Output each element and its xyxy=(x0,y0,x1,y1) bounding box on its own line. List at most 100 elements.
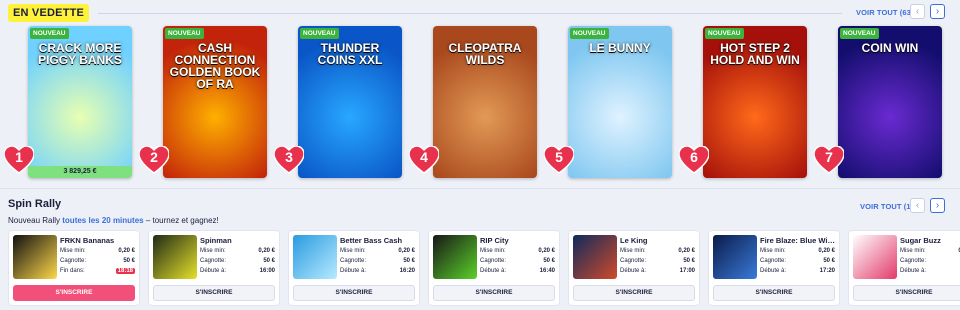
register-button[interactable]: S'INSCRIRE xyxy=(433,285,555,301)
rally-game-name: Fire Blaze: Blue Wi… xyxy=(760,236,835,245)
rally-game-thumbnail[interactable] xyxy=(573,235,617,279)
pot-label: Cagnotte: xyxy=(60,258,87,264)
rally-game-thumbnail[interactable] xyxy=(293,235,337,279)
stake-value: 0,20 € xyxy=(538,248,555,254)
rank-number: 6 xyxy=(690,149,698,165)
register-button[interactable]: S'INSCRIRE xyxy=(293,285,415,301)
register-button[interactable]: S'INSCRIRE xyxy=(853,285,960,301)
featured-game-card[interactable]: LE BUNNY NOUVEAU 5 xyxy=(544,26,675,180)
rally-game-name: RIP City xyxy=(480,236,509,245)
section-divider xyxy=(0,188,960,189)
rally-game-thumbnail[interactable] xyxy=(153,235,197,279)
rally-time-row: Débute à: 17:20 xyxy=(760,268,835,277)
rally-time-row: Débute à: xyxy=(900,268,960,277)
rally-title: Spin Rally xyxy=(8,198,62,210)
rank-heart-icon: 7 xyxy=(814,146,844,174)
new-badge: NOUVEAU xyxy=(570,28,609,39)
stake-label: Mise min: xyxy=(340,248,366,254)
featured-game-card[interactable]: THUNDER COINS XXL NOUVEAU 3 xyxy=(274,26,405,180)
rally-subtitle: Nouveau Rally toutes les 20 minutes – to… xyxy=(8,216,219,225)
rally-card[interactable]: Fire Blaze: Blue Wi… Mise min: 0,20 € Cagno… xyxy=(708,230,840,306)
pot-label: Cagnotte: xyxy=(620,258,647,264)
featured-next-button[interactable]: › xyxy=(930,4,945,19)
featured-game-card[interactable]: CLEOPATRA WILDS 4 xyxy=(409,26,540,180)
featured-game-card[interactable]: CRACK MORE PIGGY BANKS NOUVEAU 3 829,25 € 1 xyxy=(4,26,135,180)
rally-prev-button[interactable]: ‹ xyxy=(910,198,925,213)
new-badge: NOUVEAU xyxy=(30,28,69,39)
register-button[interactable]: S'INSCRIRE xyxy=(153,285,275,301)
register-button[interactable]: S'INSCRIRE xyxy=(13,285,135,301)
rally-card[interactable]: Sugar Buzz Mise min:0,20 €Cagnotte:50 €Dé… xyxy=(848,230,960,306)
rally-card[interactable]: Le King Mise min: 0,20 € Cagnotte: 50 € Début… xyxy=(568,230,700,306)
time-value: 17:20 xyxy=(819,268,835,274)
game-tile[interactable]: HOT STEP 2 HOLD AND WIN NOUVEAU xyxy=(703,26,807,178)
rally-stake-row: Mise min: 0,20 € xyxy=(60,248,135,257)
featured-game-card[interactable]: CASH CONNECTION GOLDEN BOOK OF RA NOUVEAU… xyxy=(139,26,270,180)
new-badge: NOUVEAU xyxy=(840,28,879,39)
rally-card[interactable]: Better Bass Cash Mise min: 0,20 € Cagnotte:… xyxy=(288,230,420,306)
featured-game-card[interactable]: COIN WIN NOUVEAU 7 xyxy=(814,26,945,180)
rally-stake-row: Mise min:0,20 € xyxy=(340,248,415,257)
pot-label: Cagnotte: xyxy=(900,258,927,264)
featured-prev-button[interactable]: ‹ xyxy=(910,4,925,19)
rank-heart-icon: 3 xyxy=(274,146,304,174)
stake-value: 0,20 € xyxy=(118,248,135,254)
stake-label: Mise min: xyxy=(60,248,86,254)
time-label: Débute à: xyxy=(480,268,507,274)
stake-label: Mise min: xyxy=(200,248,226,254)
rally-pot-row: Cagnotte: 50 € xyxy=(620,258,695,267)
game-tile[interactable]: THUNDER COINS XXL NOUVEAU xyxy=(298,26,402,178)
rally-game-thumbnail[interactable] xyxy=(853,235,897,279)
game-tile[interactable]: LE BUNNY NOUVEAU xyxy=(568,26,672,178)
jackpot-amount: 3 829,25 € xyxy=(28,166,132,178)
game-tile[interactable]: CRACK MORE PIGGY BANKS NOUVEAU 3 829,25 € xyxy=(28,26,132,178)
rally-card[interactable]: Spinman Mise min: 0,20 € Cagnotte: 50 € Début… xyxy=(148,230,280,306)
rally-card[interactable]: FRKN Bananas Mise min: 0,20 € Cagnotte: 50 €… xyxy=(8,230,140,306)
register-button[interactable]: S'INSCRIRE xyxy=(713,285,835,301)
time-label: Débute à: xyxy=(340,268,367,274)
game-title: CLEOPATRA WILDS xyxy=(448,41,522,67)
stake-value: 0,20 € xyxy=(258,248,275,254)
rally-subtitle-pre: Nouveau Rally xyxy=(8,216,63,225)
rally-game-thumbnail[interactable] xyxy=(433,235,477,279)
rally-game-name: Better Bass Cash xyxy=(340,236,403,245)
game-tile[interactable]: CASH CONNECTION GOLDEN BOOK OF RA NOUVEAU xyxy=(163,26,267,178)
rank-heart-icon: 5 xyxy=(544,146,574,174)
featured-title: EN VEDETTE xyxy=(8,4,90,22)
time-value: 16:00 xyxy=(259,268,275,274)
featured-game-card[interactable]: HOT STEP 2 HOLD AND WIN NOUVEAU 6 xyxy=(679,26,810,180)
rank-heart-icon: 6 xyxy=(679,146,709,174)
game-title: COIN WIN xyxy=(861,41,919,55)
game-tile[interactable]: COIN WIN NOUVEAU xyxy=(838,26,942,178)
chevron-right-icon: › xyxy=(935,200,940,211)
stake-label: Mise min: xyxy=(900,248,926,254)
pot-value: 50 € xyxy=(263,258,275,264)
featured-see-all-link[interactable]: VOIR TOUT (639) xyxy=(856,8,918,17)
time-value: 17:00 xyxy=(679,268,695,274)
game-title: THUNDER COINS XXL xyxy=(317,41,383,67)
rally-next-button[interactable]: › xyxy=(930,198,945,213)
rally-game-name: Spinman xyxy=(200,236,232,245)
rally-stake-row: Mise min: 0,20 € xyxy=(480,248,555,257)
stake-label: Mise min: xyxy=(480,248,506,254)
time-value: 18:18 xyxy=(115,268,135,274)
stake-value: 0,20 € xyxy=(678,248,695,254)
rank-number: 2 xyxy=(150,149,158,165)
rank-number: 5 xyxy=(555,149,563,165)
rally-stake-row: Mise min:0,20 € xyxy=(900,248,960,257)
rally-game-thumbnail[interactable] xyxy=(713,235,757,279)
rally-card[interactable]: RIP City Mise min: 0,20 € Cagnotte: 50 € Débu… xyxy=(428,230,560,306)
pot-label: Cagnotte: xyxy=(200,258,227,264)
game-tile[interactable]: CLEOPATRA WILDS xyxy=(433,26,537,178)
pot-label: Cagnotte: xyxy=(480,258,507,264)
stake-value: 0,20 € xyxy=(818,248,835,254)
register-button[interactable]: S'INSCRIRE xyxy=(573,285,695,301)
rally-subtitle-post: – tournez et gagnez! xyxy=(143,216,219,225)
pot-value: 50 € xyxy=(123,258,135,264)
rally-pot-row: Cagnotte: 50 € xyxy=(340,258,415,267)
new-badge: NOUVEAU xyxy=(705,28,744,39)
rank-number: 7 xyxy=(825,149,833,165)
rally-time-row: Fin dans: 18:18 xyxy=(60,268,135,277)
rally-game-thumbnail[interactable] xyxy=(13,235,57,279)
pot-label: Cagnotte: xyxy=(340,258,367,264)
